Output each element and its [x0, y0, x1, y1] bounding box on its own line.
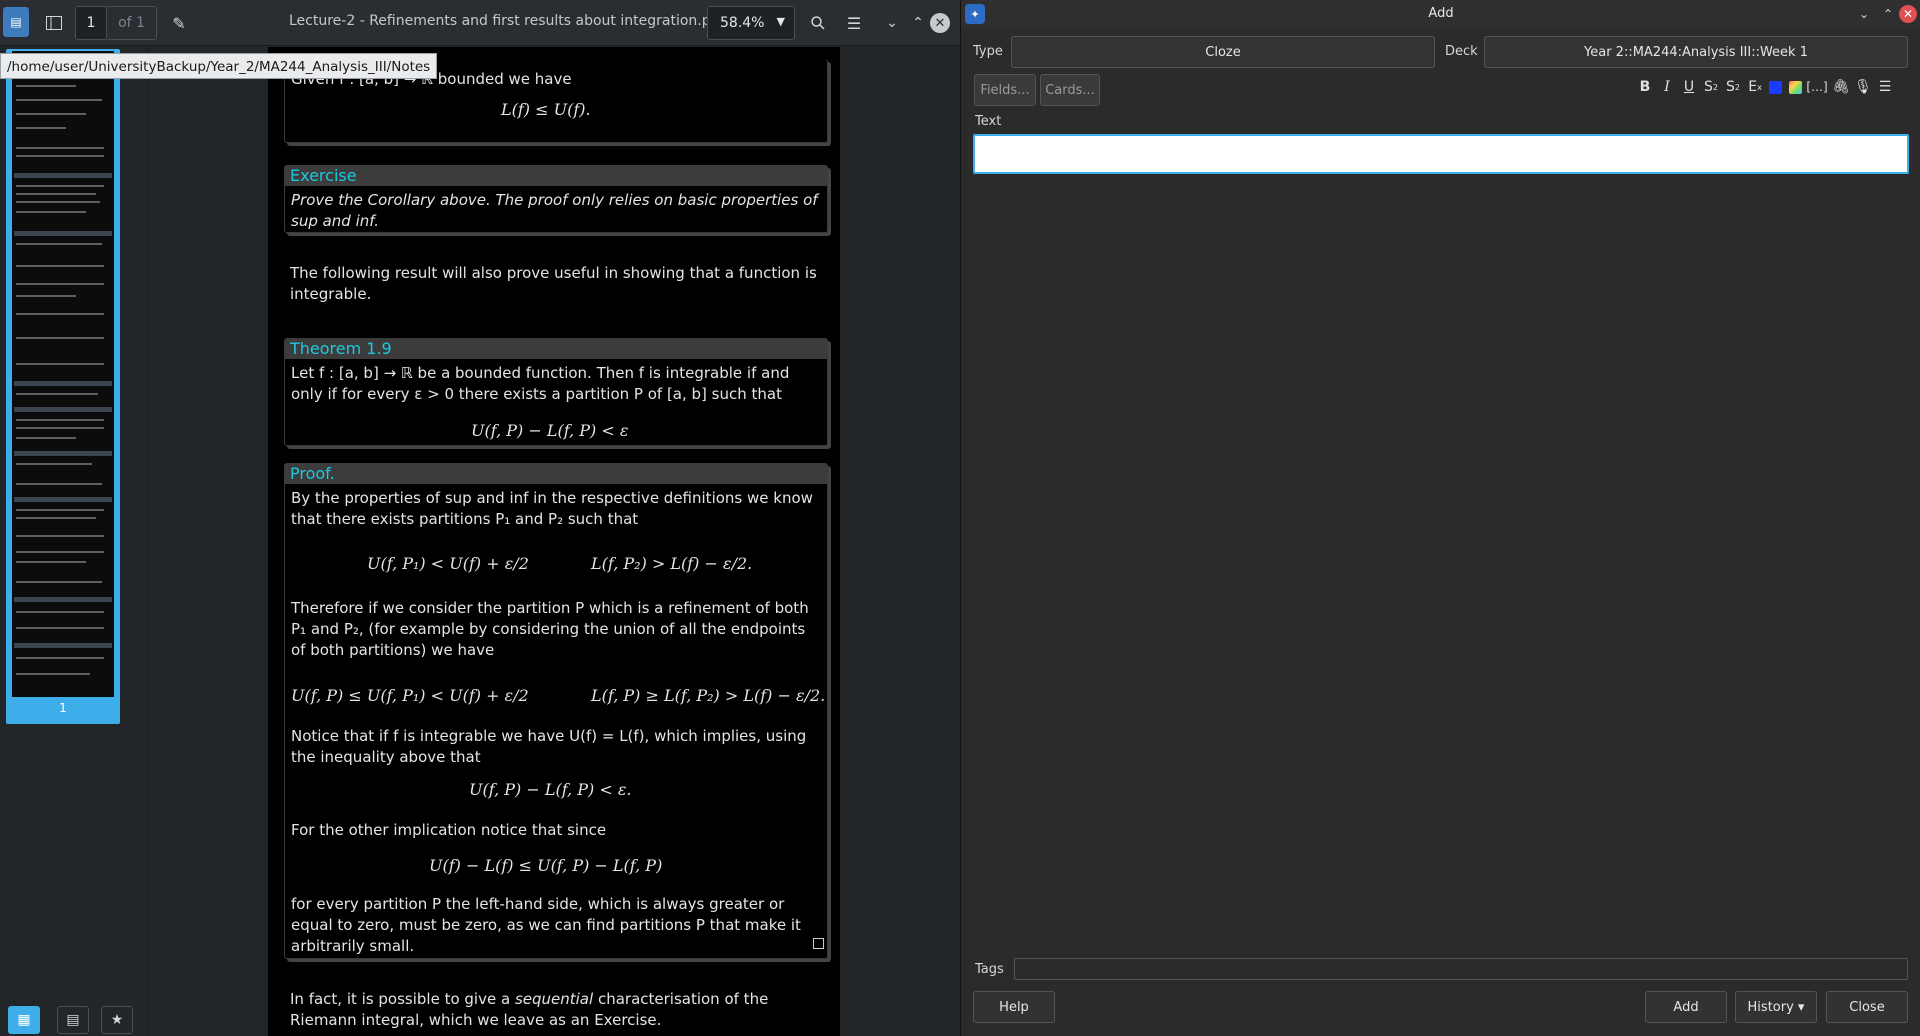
thumbnail-page-label: 1	[59, 701, 67, 715]
pdf-page: Given f : [a, b] → ℝ bounded we have L(f…	[268, 47, 840, 1036]
add-button[interactable]: Add	[1645, 991, 1727, 1023]
thumbnail-selected[interactable]: 1	[6, 49, 120, 724]
underline-icon[interactable]: U	[1679, 77, 1699, 97]
tags-label: Tags	[975, 962, 1004, 977]
highlight-icon[interactable]	[1785, 77, 1805, 97]
paragraph: The following result will also prove use…	[290, 264, 817, 303]
corollary-formula: L(f) ≤ U(f).	[501, 100, 591, 119]
tags-input[interactable]	[1014, 958, 1908, 980]
exercise-heading: Exercise	[285, 166, 827, 186]
deck-label: Deck	[1445, 44, 1478, 59]
closing-text-1: In fact, it is possible to give a	[290, 990, 511, 1008]
bold-icon[interactable]: B	[1635, 77, 1655, 97]
thumbnail-sidebar: 1 ▦ ▤ ★	[0, 47, 148, 1036]
proof-formula-2b: L(f, P) ≥ L(f, P₂) > L(f) − ε/2.	[591, 686, 826, 705]
cloze-icon[interactable]: […]	[1806, 77, 1827, 97]
proof-formula-3: U(f, P) − L(f, P) < ε.	[469, 780, 632, 799]
chevron-up-icon[interactable]: ⌃	[903, 8, 933, 38]
sidebar-toggle-icon[interactable]	[39, 8, 69, 38]
proof-box: Proof. By the properties of sup and inf …	[284, 463, 828, 959]
chevron-down-icon: ▼	[776, 15, 785, 28]
zoom-value: 58.4%	[720, 15, 765, 31]
search-icon[interactable]	[803, 8, 833, 38]
outline-view-icon[interactable]: ▤	[57, 1006, 89, 1034]
qed-square-icon	[813, 938, 824, 949]
deck-button[interactable]: Year 2::MA244:Analysis III::Week 1	[1484, 36, 1908, 68]
formatting-toolbar: B I U S2 S2 Ex […] 🖇 🎙 ☰	[1635, 77, 1915, 99]
proof-heading: Proof.	[285, 464, 827, 484]
proof-paragraph-4: For the other implication notice that si…	[291, 821, 607, 839]
text-field-label: Text	[975, 114, 1002, 129]
exercise-text: Prove the Corollary above. The proof onl…	[291, 191, 818, 230]
dialog-title: Add	[1428, 6, 1454, 21]
theorem-box: Theorem 1.9 Let f : [a, b] → ℝ be a boun…	[284, 338, 828, 446]
more-icon[interactable]: ☰	[1875, 77, 1895, 97]
record-icon[interactable]: 🎙	[1853, 77, 1873, 97]
clear-format-icon[interactable]: Ex	[1745, 77, 1765, 97]
theorem-heading: Theorem 1.9	[285, 339, 827, 359]
proof-formula-2a: U(f, P) ≤ U(f, P₁) < U(f) + ε/2	[291, 686, 529, 705]
maximize-icon[interactable]: ⌃	[1879, 5, 1897, 23]
italic-icon[interactable]: I	[1657, 77, 1677, 97]
pdf-viewer: ▤ 1 of 1 ✎ Lecture-2 - Refinements and f…	[0, 0, 960, 1036]
page-count-label: of 1	[107, 6, 157, 40]
history-button[interactable]: History ▾	[1735, 991, 1817, 1023]
proof-formula-1b: L(f, P₂) > L(f) − ε/2.	[591, 554, 753, 573]
note-type-button[interactable]: Cloze	[1011, 36, 1435, 68]
attach-icon[interactable]: 🖇	[1831, 77, 1851, 97]
text-field-editor[interactable]	[973, 134, 1909, 174]
text-color-icon[interactable]	[1765, 77, 1785, 97]
page-thumbnail[interactable]	[12, 51, 114, 697]
annotate-icon[interactable]: ✎	[164, 8, 194, 38]
proof-formula-4: U(f) − L(f) ≤ U(f, P) − L(f, P)	[429, 856, 663, 875]
sidebar-view-switcher: ▦ ▤ ★	[0, 1000, 148, 1036]
hamburger-menu-icon[interactable]: ☰	[839, 8, 869, 38]
close-button[interactable]: Close	[1826, 991, 1908, 1023]
fields-button[interactable]: Fields...	[974, 74, 1036, 106]
cards-button[interactable]: Cards...	[1040, 74, 1100, 106]
help-button[interactable]: Help	[973, 991, 1055, 1023]
closing-paragraph: In fact, it is possible to give a sequen…	[290, 989, 818, 1031]
document-area[interactable]: Given f : [a, b] → ℝ bounded we have L(f…	[148, 47, 950, 1036]
proof-paragraph-2: Therefore if we consider the partition P…	[291, 599, 809, 659]
proof-formula-1a: U(f, P₁) < U(f) + ε/2	[367, 554, 529, 573]
close-icon[interactable]: ✕	[930, 13, 950, 33]
close-icon[interactable]: ✕	[1899, 5, 1917, 23]
superscript-icon[interactable]: S2	[1701, 77, 1721, 97]
document-title: Lecture-2 - Refinements and first result…	[289, 13, 725, 29]
zoom-select[interactable]: 58.4% ▼	[707, 6, 795, 40]
proof-paragraph-1: By the properties of sup and inf in the …	[291, 489, 813, 528]
closing-emphasis: sequential	[514, 990, 594, 1008]
app-menu-icon[interactable]: ▤	[3, 7, 29, 37]
theorem-formula: U(f, P) − L(f, P) < ε	[471, 421, 629, 440]
bookmark-star-icon[interactable]: ★	[101, 1006, 133, 1034]
exercise-box: Exercise Prove the Corollary above. The …	[284, 165, 828, 233]
proof-paragraph-3: Notice that if f is integrable we have U…	[291, 727, 807, 766]
proof-paragraph-5: for every partition P the left-hand side…	[291, 895, 801, 955]
dialog-titlebar: ✦ Add ⌄ ⌃ ✕	[961, 0, 1920, 28]
theorem-text: Let f : [a, b] → ℝ be a bounded function…	[291, 364, 790, 403]
subscript-icon[interactable]: S2	[1723, 77, 1743, 97]
viewer-toolbar: ▤ 1 of 1 ✎ Lecture-2 - Refinements and f…	[0, 0, 960, 46]
minimize-icon[interactable]: ⌄	[1855, 5, 1873, 23]
file-path-tooltip: /home/user/UniversityBackup/Year_2/MA244…	[0, 53, 438, 79]
type-label: Type	[973, 44, 1003, 59]
page-number-input[interactable]: 1	[75, 6, 107, 40]
thumbnails-view-icon[interactable]: ▦	[8, 1006, 40, 1034]
add-note-dialog: ✦ Add ⌄ ⌃ ✕ Type Cloze Deck Year 2::MA24…	[960, 0, 1920, 1036]
